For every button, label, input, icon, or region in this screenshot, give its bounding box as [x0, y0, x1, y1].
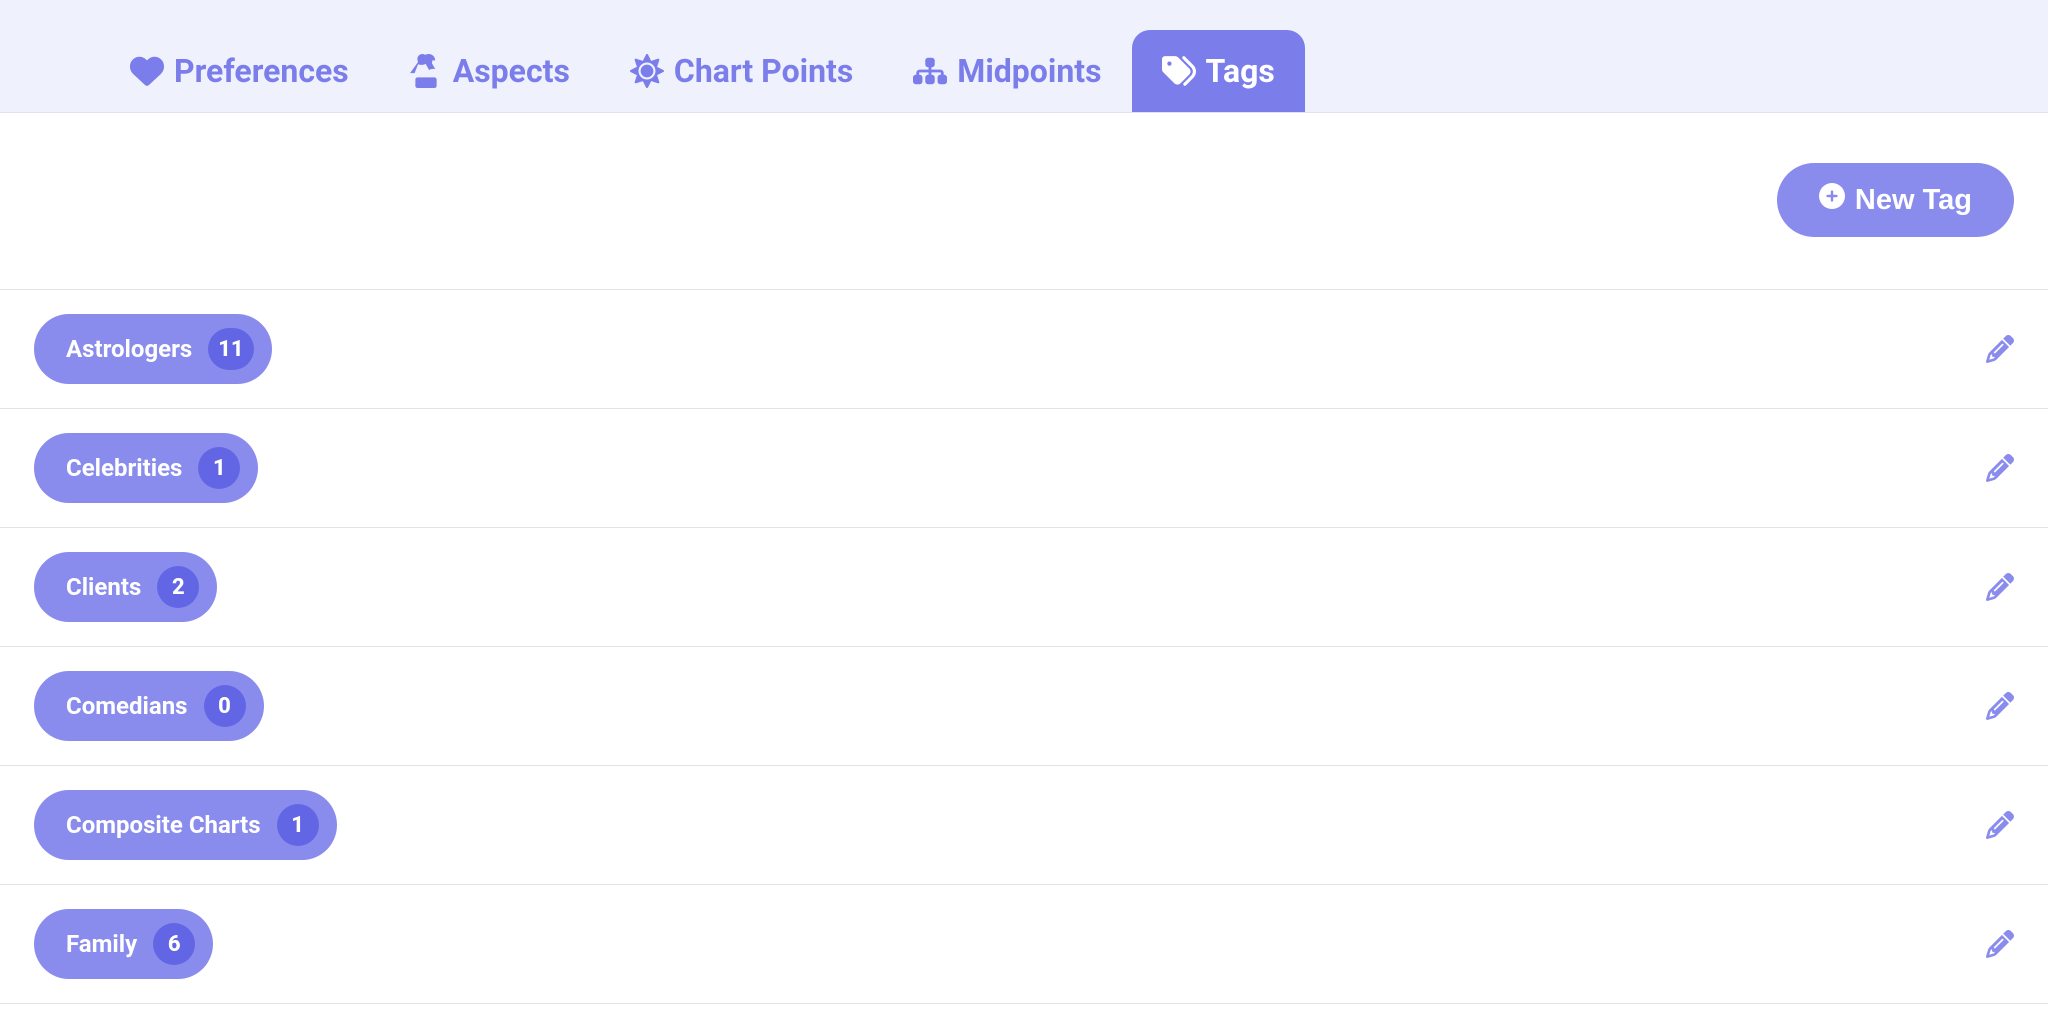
tag-row: Clients 2 [0, 527, 2048, 646]
sun-icon [630, 54, 664, 88]
tag-row: Family 6 [0, 884, 2048, 1004]
tag-name: Astrologers [66, 335, 192, 363]
tag-name: Clients [66, 573, 141, 601]
pencil-icon[interactable] [1986, 692, 2014, 720]
tag-row: Celebrities 1 [0, 408, 2048, 527]
content-area: New Tag Astrologers 11 Celebrities 1 Cli [0, 113, 2048, 1004]
tab-midpoints[interactable]: Midpoints [883, 30, 1131, 112]
tag-count-badge: 1 [277, 804, 319, 846]
tab-tags[interactable]: Tags [1132, 30, 1305, 112]
tab-aspects[interactable]: Aspects [379, 30, 600, 112]
tag-pill-family[interactable]: Family 6 [34, 909, 213, 979]
tag-row: Comedians 0 [0, 646, 2048, 765]
tag-pill-clients[interactable]: Clients 2 [34, 552, 217, 622]
compass-icon [409, 54, 443, 88]
tag-count-badge: 6 [153, 923, 195, 965]
tab-label: Tags [1206, 52, 1275, 90]
tag-count-badge: 1 [198, 447, 240, 489]
tag-count-badge: 11 [208, 328, 253, 370]
tab-label: Midpoints [957, 52, 1101, 90]
tag-pill-composite-charts[interactable]: Composite Charts 1 [34, 790, 337, 860]
tag-row: Composite Charts 1 [0, 765, 2048, 884]
heart-icon [130, 54, 164, 88]
tag-count-badge: 0 [204, 685, 246, 727]
tags-icon [1162, 54, 1196, 88]
sitemap-icon [913, 54, 947, 88]
pencil-icon[interactable] [1986, 335, 2014, 363]
pencil-icon[interactable] [1986, 573, 2014, 601]
new-tag-label: New Tag [1855, 184, 1972, 217]
new-tag-button[interactable]: New Tag [1777, 163, 2014, 237]
tag-pill-celebrities[interactable]: Celebrities 1 [34, 433, 258, 503]
tab-label: Aspects [453, 52, 570, 90]
plus-circle-icon [1819, 183, 1845, 217]
tag-pill-comedians[interactable]: Comedians 0 [34, 671, 264, 741]
pencil-icon[interactable] [1986, 930, 2014, 958]
action-bar: New Tag [34, 163, 2014, 237]
tag-name: Comedians [66, 692, 188, 720]
tag-name: Family [66, 930, 137, 958]
pencil-icon[interactable] [1986, 811, 2014, 839]
tab-label: Chart Points [674, 52, 853, 90]
tag-list: Astrologers 11 Celebrities 1 Clients 2 [0, 289, 2048, 1004]
tab-bar: Preferences Aspects Chart Points Midpoin… [0, 0, 2048, 113]
tag-name: Celebrities [66, 454, 182, 482]
tag-count-badge: 2 [157, 566, 199, 608]
tag-name: Composite Charts [66, 811, 261, 839]
tab-preferences[interactable]: Preferences [100, 30, 379, 112]
tab-chart-points[interactable]: Chart Points [600, 30, 883, 112]
tag-pill-astrologers[interactable]: Astrologers 11 [34, 314, 272, 384]
tab-label: Preferences [174, 52, 349, 90]
tag-row: Astrologers 11 [0, 289, 2048, 408]
pencil-icon[interactable] [1986, 454, 2014, 482]
